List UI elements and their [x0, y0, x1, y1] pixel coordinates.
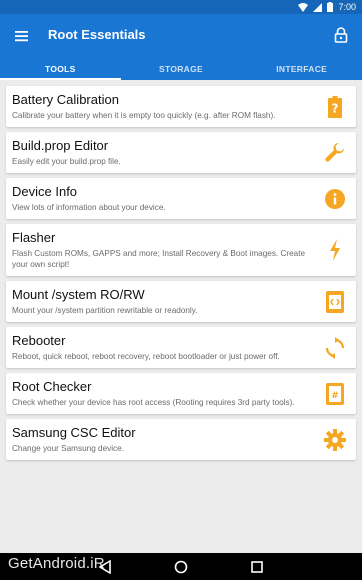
app-title: Root Essentials — [48, 27, 146, 42]
tab-storage[interactable]: STORAGE — [121, 58, 242, 80]
svg-text:?: ? — [332, 101, 339, 115]
list-item-samsung-csc-editor[interactable]: Samsung CSC Editor Change your Samsung d… — [6, 419, 356, 460]
signal-icon — [313, 2, 323, 12]
item-description: Calibrate your battery when it is empty … — [12, 111, 276, 120]
list-item-mount-system[interactable]: Mount /system RO/RW Mount your /system p… — [6, 281, 356, 322]
item-title: Build.prop Editor — [12, 138, 109, 153]
list-item-flasher[interactable]: Flasher Flash Custom ROMs, GAPPS and mor… — [6, 224, 356, 276]
status-bar: 7:00 — [0, 0, 362, 14]
wifi-icon — [298, 2, 309, 12]
watermark-text: GetAndroid.iR — [8, 555, 105, 572]
flash-icon — [324, 239, 346, 261]
tab-label: INTERFACE — [276, 64, 328, 74]
item-title: Mount /system RO/RW — [12, 287, 145, 302]
battery-icon — [327, 2, 334, 12]
mount-icon — [324, 290, 346, 313]
item-description: Change your Samsung device. — [12, 444, 124, 453]
item-title: Device Info — [12, 184, 78, 199]
list-item-build-prop-editor[interactable]: Build.prop Editor Easily edit your build… — [6, 132, 356, 173]
item-description: Mount your /system partition rewritable … — [12, 306, 198, 315]
tab-label: TOOLS — [45, 64, 76, 74]
tab-interface[interactable]: INTERFACE — [241, 58, 362, 80]
tab-label: STORAGE — [159, 64, 203, 74]
item-description: Flash Custom ROMs, GAPPS and more; Insta… — [12, 249, 306, 269]
list-item-rebooter[interactable]: Rebooter Reboot, quick reboot, reboot re… — [6, 327, 356, 368]
item-title: Flasher — [12, 230, 56, 245]
list-item-battery-calibration[interactable]: Battery Calibration Calibrate your batte… — [6, 86, 356, 127]
list-item-device-info[interactable]: Device Info View lots of information abo… — [6, 178, 356, 219]
reboot-icon — [324, 336, 346, 359]
item-title: Battery Calibration — [12, 92, 119, 107]
item-description: View lots of information about your devi… — [12, 203, 166, 212]
item-title: Rebooter — [12, 333, 66, 348]
svg-text:#: # — [331, 391, 339, 401]
app-bar: Root Essentials — [0, 14, 362, 58]
item-description: Check whether your device has root acces… — [12, 398, 295, 407]
gear-icon — [324, 428, 346, 451]
list-item-root-checker[interactable]: Root Checker Check whether your device h… — [6, 373, 356, 414]
root-check-icon: # — [324, 382, 346, 405]
tab-bar: TOOLS STORAGE INTERFACE — [0, 58, 362, 80]
tab-tools[interactable]: TOOLS — [0, 58, 121, 80]
item-title: Samsung CSC Editor — [12, 425, 136, 440]
info-icon — [324, 188, 346, 210]
item-description: Easily edit your build.prop file. — [12, 157, 121, 166]
wrench-icon — [324, 142, 346, 164]
item-description: Reboot, quick reboot, reboot recovery, r… — [12, 352, 280, 361]
tools-list: Battery Calibration Calibrate your batte… — [6, 86, 356, 465]
lock-icon[interactable] — [332, 26, 350, 44]
battery-alert-icon: ? — [324, 95, 346, 118]
status-time: 7:00 — [338, 2, 356, 12]
item-title: Root Checker — [12, 379, 92, 394]
recents-button[interactable] — [249, 559, 265, 575]
menu-icon[interactable] — [14, 28, 30, 44]
home-button[interactable] — [173, 559, 189, 575]
